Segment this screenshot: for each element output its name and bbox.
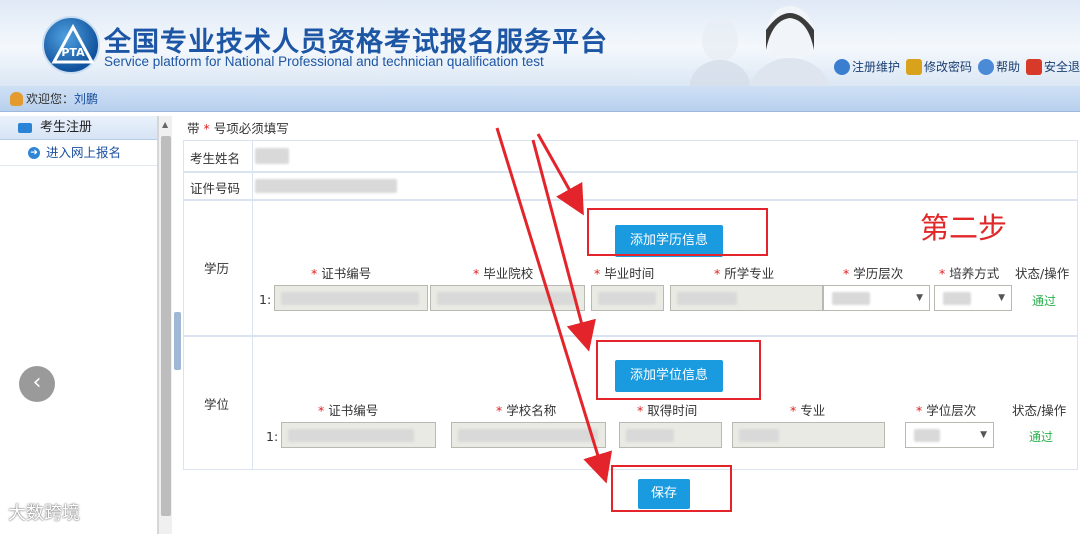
edu-grad-time-field[interactable] (591, 285, 664, 311)
edu-col-major: * 所学专业 (714, 266, 775, 281)
watermark: 大数跨境 (8, 503, 80, 524)
chevron-down-icon: ▼ (980, 430, 987, 440)
platform-subtitle: Service platform for National Profession… (104, 54, 544, 69)
deg-col-level: * 学位层次 (916, 403, 977, 418)
help-icon (977, 58, 994, 75)
deg-time-field[interactable] (619, 422, 722, 448)
arrow-right-icon: ➜ (28, 147, 40, 159)
deg-col-school: * 学校名称 (496, 403, 557, 418)
user-icon (10, 92, 23, 106)
lock-icon (905, 58, 922, 75)
sidebar-collapse-handle[interactable] (174, 312, 181, 370)
deg-cert-no-field[interactable] (281, 422, 436, 448)
highlight-add-degree (596, 340, 761, 400)
sidebar-scrollbar[interactable]: ▲ (158, 116, 172, 534)
scroll-up-icon[interactable]: ▲ (162, 120, 168, 129)
highlight-save (611, 465, 732, 512)
chevron-down-icon: ▼ (998, 293, 1005, 303)
deg-status[interactable]: 通过 (1029, 428, 1053, 445)
prev-nav-button[interactable]: ‹ (19, 366, 55, 402)
edu-training-select[interactable]: ▼ (934, 285, 1012, 311)
deg-level-select[interactable]: ▼ (905, 422, 994, 448)
welcome-prefix: 欢迎您： (26, 92, 75, 106)
step-annotation: 第二步 (920, 211, 1008, 245)
deg-row-number: 1: (266, 429, 279, 444)
edu-status[interactable]: 通过 (1032, 292, 1056, 309)
edu-major-field[interactable] (670, 285, 823, 311)
sidebar-section-register[interactable]: 考生注册 (0, 116, 157, 140)
deg-major-field[interactable] (732, 422, 885, 448)
edu-col-cert-no: * 证书编号 (311, 266, 372, 281)
scroll-thumb[interactable] (161, 136, 171, 516)
required-hint: 带 * 号项必须填写 (187, 121, 289, 136)
welcome-bar: 欢迎您：刘鹏 (0, 86, 1080, 112)
globe-icon (833, 58, 850, 75)
id-label: 证件号码 (190, 181, 241, 196)
header-hero-image (690, 6, 830, 86)
edu-school-field[interactable] (430, 285, 585, 311)
degree-label: 学位 (204, 397, 230, 412)
chevron-down-icon: ▼ (916, 293, 923, 303)
name-label: 考生姓名 (190, 151, 241, 166)
card-icon (18, 123, 32, 133)
pta-logo: PTA (42, 16, 100, 74)
deg-school-field[interactable] (451, 422, 606, 448)
sidebar: 考生注册 ➜ 进入网上报名 ‹ (0, 116, 158, 534)
edu-cert-no-field[interactable] (274, 285, 428, 311)
edu-col-grad-time: * 毕业时间 (594, 266, 655, 281)
edu-col-status: 状态/操作 (1015, 266, 1070, 281)
change-password-link[interactable]: 修改密码 (905, 58, 972, 75)
edu-level-select[interactable]: ▼ (823, 285, 930, 311)
id-value-redacted (255, 179, 397, 193)
site-header: PTA 全国专业技术人员资格考试报名服务平台 Service platform … (0, 0, 1080, 86)
user-name[interactable]: 刘鹏 (74, 92, 98, 106)
power-icon (1025, 58, 1042, 75)
help-link[interactable]: 帮助 (977, 58, 1020, 75)
name-value-redacted (255, 148, 289, 164)
deg-col-major: * 专业 (790, 403, 826, 418)
name-row (183, 140, 1078, 172)
edu-col-training: * 培养方式 (939, 266, 1000, 281)
logout-link[interactable]: 安全退 (1025, 58, 1080, 75)
highlight-add-education (587, 208, 768, 256)
edu-row-number: 1: (259, 292, 272, 307)
deg-col-cert-no: * 证书编号 (318, 403, 379, 418)
deg-col-status: 状态/操作 (1012, 403, 1067, 418)
sidebar-item-online-register[interactable]: ➜ 进入网上报名 (0, 140, 157, 166)
edu-col-school: * 毕业院校 (473, 266, 534, 281)
edu-col-level: * 学历层次 (843, 266, 904, 281)
deg-col-time: * 取得时间 (637, 403, 698, 418)
register-maintain-link[interactable]: 注册维护 (833, 58, 900, 75)
top-links: 注册维护 修改密码 帮助 安全退 (833, 58, 1080, 75)
logo-text: PTA (61, 46, 85, 59)
education-label: 学历 (204, 261, 230, 276)
